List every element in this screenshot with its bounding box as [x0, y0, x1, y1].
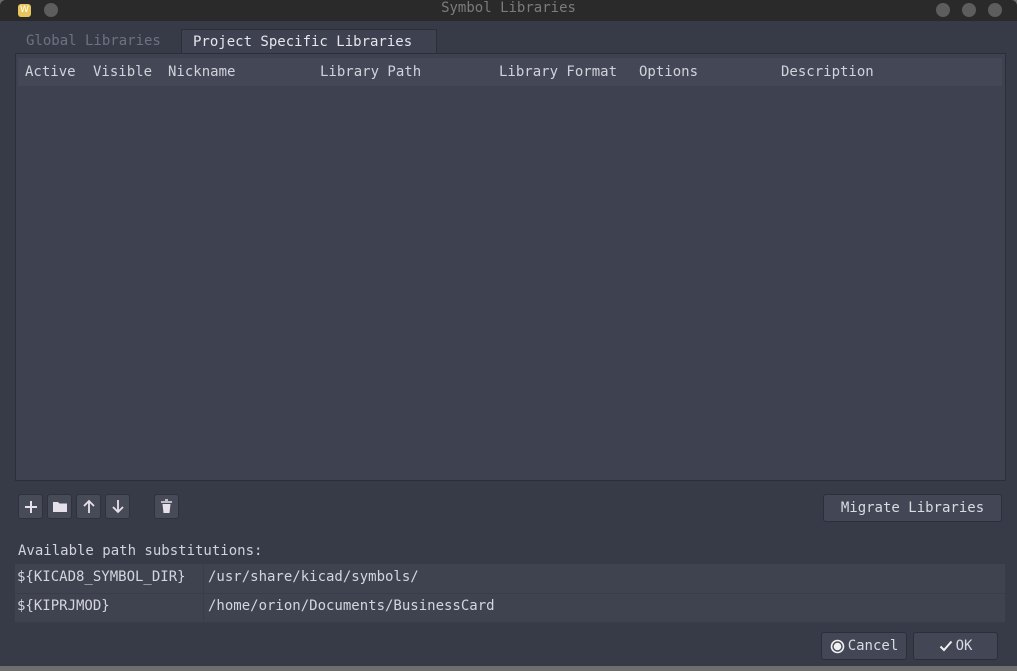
substitution-value: /home/orion/Documents/BusinessCard	[208, 598, 495, 614]
substitution-key: ${KIPRJMOD}	[17, 593, 204, 622]
maximize-button[interactable]	[962, 3, 976, 17]
folder-icon	[52, 502, 67, 512]
ok-button[interactable]: OK	[913, 632, 998, 660]
cancel-button[interactable]: Cancel	[821, 632, 907, 660]
column-description[interactable]: Description	[781, 58, 874, 86]
delete-library-button[interactable]	[154, 494, 179, 519]
close-button[interactable]	[988, 3, 1002, 17]
migrate-libraries-button[interactable]: Migrate Libraries	[823, 494, 1002, 522]
symbol-libraries-dialog: W Symbol Libraries Global Libraries Proj…	[0, 0, 1017, 666]
desktop-background	[0, 666, 1017, 671]
column-active[interactable]: Active	[25, 58, 76, 86]
minimize-button[interactable]	[936, 3, 950, 17]
add-library-button[interactable]	[18, 494, 43, 519]
library-table-header: Active Visible Nickname Library Path Lib…	[18, 58, 1002, 86]
checkmark-icon	[939, 640, 952, 652]
column-library-format[interactable]: Library Format	[499, 58, 617, 86]
browse-library-button[interactable]	[47, 494, 72, 519]
plus-icon	[24, 500, 37, 513]
cancel-icon	[830, 639, 845, 653]
arrow-down-icon	[111, 500, 124, 514]
title-bar[interactable]: W Symbol Libraries	[0, 0, 1017, 21]
window-title: Symbol Libraries	[441, 0, 576, 16]
cancel-label: Cancel	[847, 638, 899, 654]
path-substitutions-table: ${KICAD8_SYMBOL_DIR} /usr/share/kicad/sy…	[15, 564, 1005, 623]
move-down-button[interactable]	[105, 494, 130, 519]
arrow-up-icon	[82, 499, 95, 513]
table-row: ${KIPRJMOD} /home/orion/Documents/Busine…	[15, 593, 1005, 623]
tab-project-specific-libraries[interactable]: Project Specific Libraries	[181, 29, 437, 55]
column-options[interactable]: Options	[639, 58, 698, 86]
table-row: ${KICAD8_SYMBOL_DIR} /usr/share/kicad/sy…	[15, 564, 1005, 594]
path-substitutions-label: Available path substitutions:	[18, 543, 263, 559]
tab-global-libraries[interactable]: Global Libraries	[15, 29, 197, 54]
substitution-value: /usr/share/kicad/symbols/	[208, 569, 419, 585]
column-visible[interactable]: Visible	[93, 58, 152, 86]
trash-icon	[161, 499, 172, 513]
move-up-button[interactable]	[76, 494, 101, 519]
ok-label: OK	[955, 638, 973, 654]
library-table-panel: Active Visible Nickname Library Path Lib…	[15, 53, 1006, 481]
substitution-key: ${KICAD8_SYMBOL_DIR}	[17, 564, 204, 593]
column-library-path[interactable]: Library Path	[320, 58, 421, 86]
column-nickname[interactable]: Nickname	[168, 58, 235, 86]
